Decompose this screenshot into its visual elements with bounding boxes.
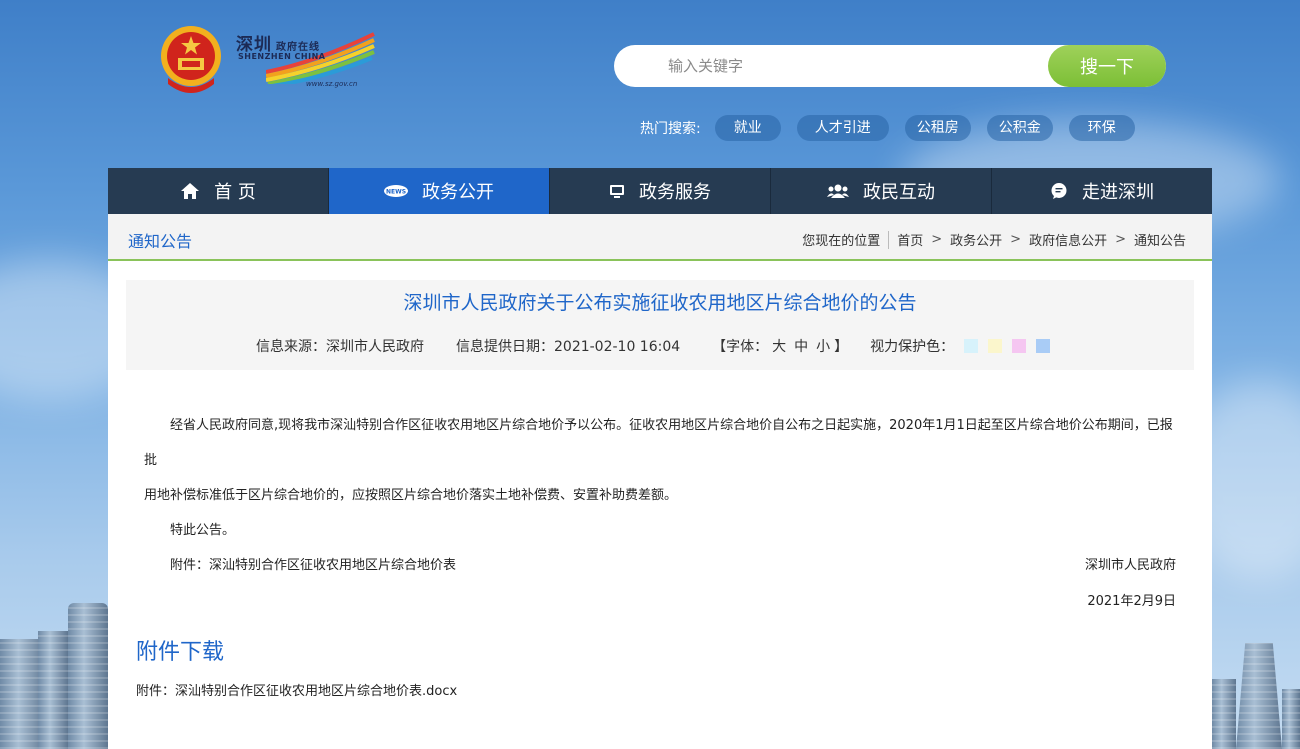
article-body: 经省人民政府同意,现将我市深汕特别合作区征收农用地区片综合地价予以公布。征收农用…	[144, 408, 1178, 583]
breadcrumb-separator: >	[1010, 232, 1022, 247]
nav-item-government-services[interactable]: 政务服务	[550, 168, 771, 214]
breadcrumb-notices[interactable]: 通知公告	[1134, 230, 1186, 249]
article-attachment-note: 附件：深汕特别合作区征收农用地区片综合地价表	[170, 558, 457, 573]
article-title: 深圳市人民政府关于公布实施征收农用地区片综合地价的公告	[403, 292, 917, 314]
hot-tag-talent[interactable]: 人才引进	[796, 115, 889, 141]
article-header: 深圳市人民政府关于公布实施征收农用地区片综合地价的公告 信息来源：深圳市人民政府…	[126, 280, 1194, 370]
download-item: 附件：深汕特别合作区征收农用地区片综合地价表.docx	[136, 680, 457, 699]
nav-label: 走进深圳	[1082, 182, 1154, 203]
eye-color-yellow[interactable]	[988, 339, 1003, 353]
hot-tag-housing-fund[interactable]: 公积金	[986, 115, 1053, 141]
article-paragraph: 经省人民政府同意,现将我市深汕特别合作区征收农用地区片综合地价予以公布。征收农用…	[144, 418, 1173, 468]
breadcrumb-separator: >	[1115, 232, 1126, 247]
search-input[interactable]	[668, 45, 1048, 87]
nav-label: 政民互动	[863, 182, 935, 203]
download-section-title: 附件下载	[136, 640, 225, 665]
breadcrumb: 您现在的位置 首页 > 政务公开 > 政府信息公开 > 通知公告	[802, 230, 1186, 249]
hot-search-bar: 热门搜索: 就业 人才引进 公租房 公积金 环保	[640, 115, 1151, 141]
site-header: 深圳政府在线 SHENZHEN CHINA www.sz.gov.cn 搜一下 …	[0, 0, 1300, 168]
eye-color-blue[interactable]	[1036, 339, 1051, 353]
breadcrumb-location-label: 您现在的位置	[802, 234, 881, 249]
article-date: 信息提供日期：2021-02-10 16:04	[456, 339, 681, 355]
content-panel: 通知公告 您现在的位置 首页 > 政务公开 > 政府信息公开 > 通知公告 深圳…	[108, 214, 1212, 749]
nav-label: 政务服务	[639, 182, 711, 203]
nav-item-public-interaction[interactable]: 政民互动	[771, 168, 992, 214]
breadcrumb-divider	[888, 230, 890, 249]
monitor-icon	[609, 183, 625, 199]
shenzhen-logo[interactable]: 深圳 政府在线 SHENZHEN CHINA www.sz.gov.cn	[236, 28, 376, 92]
users-icon	[827, 183, 849, 199]
logo-url: www.sz.gov.cn	[306, 80, 358, 88]
article-source: 信息来源：深圳市人民政府	[256, 339, 424, 355]
article-paragraph-cont: 用地补偿标准低于区片综合地价的，应按照区片综合地价落实土地补偿费、安置补助费差额…	[144, 488, 678, 503]
article-paragraph: 特此公告。	[170, 523, 236, 538]
search-box: 搜一下	[614, 45, 1166, 87]
main-nav: 首 页 NEWS 政务公开 政务服务 政民互动 走进深圳	[108, 168, 1212, 214]
nav-item-explore-shenzhen[interactable]: 走进深圳	[992, 168, 1212, 214]
breadcrumb-home[interactable]: 首页	[897, 230, 923, 249]
font-size-close: 】	[834, 339, 849, 355]
breadcrumb-government-affairs[interactable]: 政务公开	[950, 230, 1002, 249]
nav-item-government-affairs-open[interactable]: NEWS 政务公开	[329, 168, 550, 214]
nav-item-home[interactable]: 首 页	[108, 168, 329, 214]
logo-text-en: SHENZHEN CHINA	[238, 52, 326, 61]
news-icon: NEWS	[384, 185, 408, 197]
breadcrumb-info-disclosure[interactable]: 政府信息公开	[1029, 230, 1107, 249]
signature-org: 深圳市人民政府	[1084, 558, 1176, 573]
font-size-large[interactable]: 大	[772, 336, 786, 356]
download-file-link[interactable]: 深汕特别合作区征收农用地区片综合地价表.docx	[175, 684, 457, 699]
font-size-label: 【字体：	[712, 339, 769, 355]
eye-color-cyan[interactable]	[964, 339, 979, 353]
national-emblem-icon	[158, 22, 224, 94]
hot-search-label: 热门搜索:	[640, 121, 701, 137]
download-prefix: 附件：	[136, 684, 176, 699]
chat-icon	[1050, 182, 1068, 200]
signature-date: 2021年2月9日	[1087, 594, 1176, 609]
breadcrumb-bar: 通知公告 您现在的位置 首页 > 政务公开 > 政府信息公开 > 通知公告	[108, 214, 1212, 261]
font-size-medium[interactable]: 中	[794, 336, 808, 356]
search-button[interactable]: 搜一下	[1048, 45, 1166, 87]
breadcrumb-separator: >	[931, 232, 943, 247]
hot-tag-environment[interactable]: 环保	[1068, 115, 1135, 141]
hot-tag-public-housing[interactable]: 公租房	[904, 115, 971, 141]
eye-color-pink[interactable]	[1012, 339, 1027, 353]
article-meta: 信息来源：深圳市人民政府 信息提供日期：2021-02-10 16:04 【字体…	[256, 336, 1051, 356]
nav-label: 首 页	[214, 182, 256, 203]
hot-tag-employment[interactable]: 就业	[714, 115, 781, 141]
font-size-small[interactable]: 小	[816, 336, 830, 356]
section-title: 通知公告	[128, 232, 193, 251]
nav-label: 政务公开	[422, 182, 494, 203]
svg-text:NEWS: NEWS	[386, 189, 406, 196]
home-icon	[180, 182, 200, 200]
eye-protection-label: 视力保护色：	[870, 339, 955, 355]
